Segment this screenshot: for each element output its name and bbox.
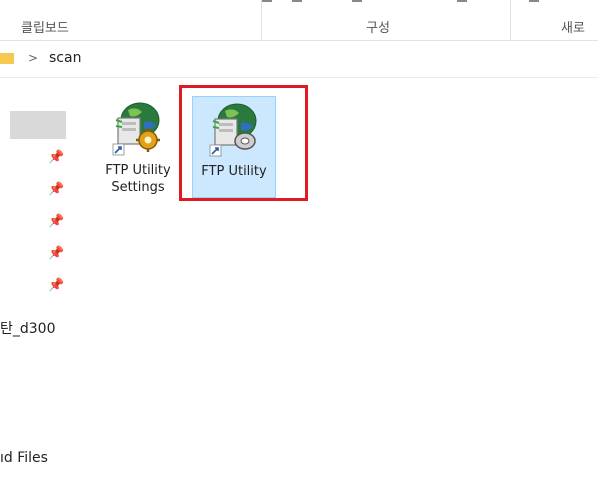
file-list: FTP Utility Settings FTP Utility bbox=[70, 78, 598, 502]
ribbon-dash bbox=[292, 0, 302, 2]
pin-icon: 📌 bbox=[48, 182, 65, 197]
pin-icon: 📌 bbox=[48, 150, 65, 165]
folder-icon bbox=[0, 53, 14, 64]
highlight-box bbox=[179, 85, 308, 201]
ribbon-group-clipboard: 클립보드 bbox=[0, 0, 272, 40]
file-item-ftp-utility-settings[interactable]: FTP Utility Settings bbox=[96, 96, 180, 198]
ribbon-group-label-new: 새로 bbox=[561, 21, 585, 36]
pin-icon: 📌 bbox=[48, 214, 65, 229]
ribbon-group-organize: 구성 bbox=[262, 0, 511, 40]
pin-icon: 📌 bbox=[48, 246, 65, 261]
nav-item-d300[interactable]: 탄_d300 bbox=[0, 318, 56, 338]
ribbon-group-label-organize: 구성 bbox=[366, 21, 390, 36]
ftp-utility-settings-icon bbox=[112, 102, 160, 156]
breadcrumb-chevron-icon[interactable]: > bbox=[28, 51, 38, 65]
nav-item-files[interactable]: ıd Files bbox=[0, 450, 48, 466]
ribbon-group-new: 새로 bbox=[511, 0, 598, 40]
ribbon: 클립보드 구성 새로 bbox=[0, 0, 598, 41]
navigation-pane: 📌 📌 📌 📌 📌 탄_d300 ıd Files bbox=[0, 78, 70, 502]
ribbon-dash bbox=[457, 0, 467, 2]
ribbon-dash bbox=[352, 0, 362, 2]
ribbon-group-label-clipboard: 클립보드 bbox=[21, 21, 69, 36]
pin-icon: 📌 bbox=[48, 278, 65, 293]
address-bar[interactable]: > scan bbox=[0, 41, 598, 78]
file-name: FTP Utility Settings bbox=[105, 163, 171, 195]
ribbon-dash bbox=[529, 0, 539, 2]
nav-item-selected[interactable] bbox=[10, 111, 66, 139]
breadcrumb-scan[interactable]: scan bbox=[49, 50, 81, 66]
